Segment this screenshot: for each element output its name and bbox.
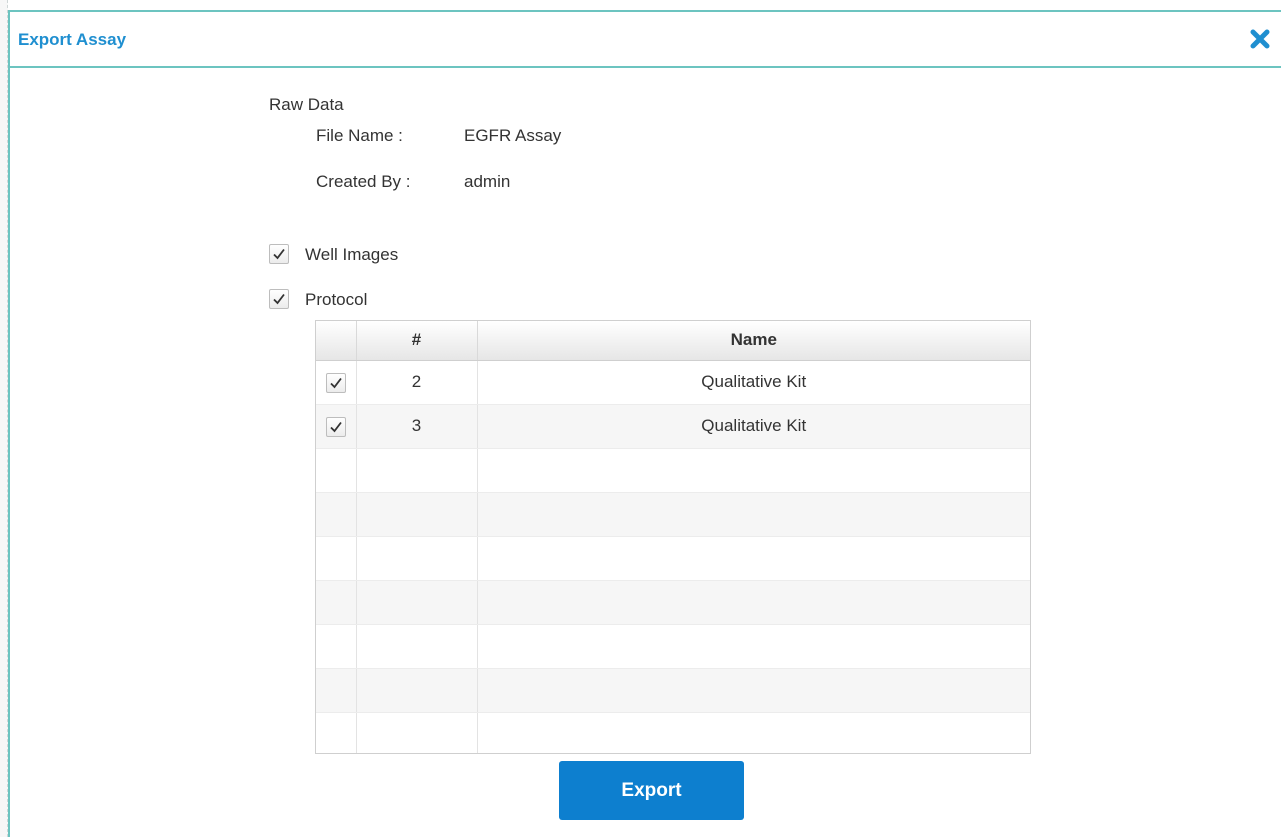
select-column-header[interactable] bbox=[316, 321, 357, 361]
empty-row bbox=[316, 492, 1030, 537]
empty-row bbox=[316, 448, 1030, 493]
empty-row bbox=[316, 536, 1030, 581]
export-assay-dialog: Export Assay Raw Data File Name : EGFR A… bbox=[8, 10, 1281, 837]
file-name-label: File Name : bbox=[316, 126, 403, 145]
protocol-table: # Name 2 Qualitative Kit 3 Qualitative K… bbox=[315, 320, 1031, 754]
close-icon[interactable] bbox=[1249, 28, 1271, 50]
row-name: Qualitative Kit bbox=[477, 360, 1030, 405]
number-column-header[interactable]: # bbox=[356, 321, 478, 361]
empty-row bbox=[316, 668, 1030, 713]
created-by-label: Created By : bbox=[316, 172, 411, 191]
background-edge bbox=[0, 0, 8, 837]
row-checkbox[interactable] bbox=[326, 416, 346, 437]
empty-row bbox=[316, 624, 1030, 669]
raw-data-heading: Raw Data bbox=[269, 95, 344, 114]
empty-row bbox=[316, 712, 1030, 753]
row-select-cell bbox=[316, 360, 357, 405]
dialog-titlebar: Export Assay bbox=[10, 12, 1281, 68]
table-row[interactable]: 3 Qualitative Kit bbox=[316, 404, 1030, 449]
created-by-value: admin bbox=[464, 172, 511, 191]
dialog-title: Export Assay bbox=[18, 30, 127, 49]
row-checkbox[interactable] bbox=[326, 372, 346, 393]
well-images-checkbox[interactable] bbox=[269, 244, 289, 264]
file-name-value: EGFR Assay bbox=[464, 126, 562, 145]
row-number: 2 bbox=[356, 360, 478, 405]
empty-row bbox=[316, 580, 1030, 625]
row-name: Qualitative Kit bbox=[477, 404, 1030, 449]
row-number: 3 bbox=[356, 404, 478, 449]
row-select-cell bbox=[316, 404, 357, 449]
well-images-label: Well Images bbox=[305, 245, 399, 264]
export-button[interactable]: Export bbox=[559, 761, 744, 820]
name-column-header[interactable]: Name bbox=[477, 321, 1030, 361]
protocol-checkbox[interactable] bbox=[269, 289, 289, 309]
table-header-row: # Name bbox=[316, 321, 1030, 361]
protocol-label: Protocol bbox=[305, 290, 368, 309]
table-row[interactable]: 2 Qualitative Kit bbox=[316, 360, 1030, 405]
